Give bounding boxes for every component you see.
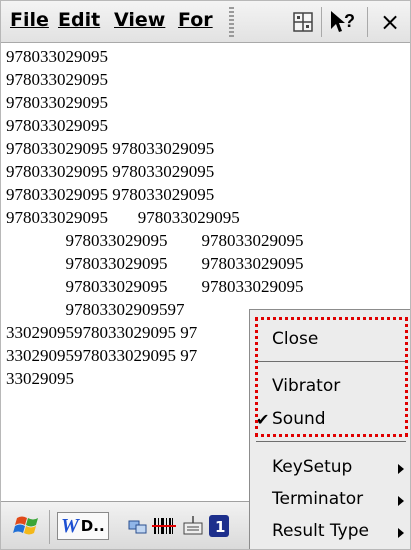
close-button[interactable]: ×	[375, 7, 405, 37]
start-button[interactable]	[13, 512, 43, 540]
text-line: 978033029095 978033029095	[6, 139, 215, 158]
text-line: 33029095	[6, 369, 74, 388]
menu-separator	[256, 441, 406, 442]
highlight-box	[255, 317, 408, 437]
submenu-arrow-icon	[398, 528, 404, 538]
menu-item-result-type[interactable]: Result Type	[272, 521, 369, 541]
toolbar-separator	[367, 7, 368, 37]
text-line: 978033029095 978033029095	[6, 185, 215, 204]
keyboard-icon	[293, 12, 313, 32]
menu-item-keysetup[interactable]: KeySetup	[272, 457, 352, 477]
help-button[interactable]: ?	[328, 7, 358, 37]
close-icon: ×	[379, 8, 401, 36]
input-panel-button[interactable]	[288, 7, 318, 37]
menu-file-label: File	[10, 9, 49, 31]
text-line: 978033029095 978033029095	[6, 208, 240, 227]
text-line: 978033029095 978033029095	[6, 254, 304, 273]
network-tray-icon[interactable]	[127, 512, 149, 540]
submenu-arrow-icon	[398, 464, 404, 474]
text-line: 978033029095 978033029095	[6, 277, 304, 296]
text-line: 978033029095	[6, 47, 108, 66]
taskbar-separator	[49, 510, 50, 544]
keyboard-tray-icon[interactable]	[181, 512, 205, 540]
text-line: 978033029095 978033029095	[6, 231, 304, 250]
help-arrow-icon: ?	[331, 11, 355, 32]
text-line: 978033029095	[6, 93, 108, 112]
text-line: 978033029095	[6, 70, 108, 89]
window: File Edit View For ? × 978033029095 9780…	[0, 0, 411, 550]
task-word-label: D..	[80, 517, 105, 535]
text-line: 33029095978033029095 97	[6, 346, 198, 365]
menu-format-label: For	[178, 9, 213, 31]
menu-edit[interactable]: Edit	[58, 9, 100, 31]
barcode-icon	[152, 518, 176, 534]
windows-flag-icon	[13, 516, 38, 535]
network-icon	[128, 520, 147, 534]
toolbar-grip[interactable]	[229, 7, 234, 37]
taskbar: W D.. 1	[1, 501, 249, 549]
text-line: 978033029095 978033029095	[6, 162, 215, 181]
menu-view[interactable]: View	[114, 9, 165, 31]
menu-file[interactable]: File	[10, 9, 49, 31]
text-line: 33029095978033029095 97	[6, 323, 198, 342]
word-app-icon: W	[61, 514, 79, 537]
input-mode-tray-icon[interactable]: 1	[208, 512, 230, 540]
menu-bar: File Edit View For ? ×	[1, 1, 410, 43]
barcode-tray-icon[interactable]	[152, 512, 176, 540]
submenu-arrow-icon	[398, 496, 404, 506]
task-word[interactable]: W D..	[57, 512, 109, 540]
menu-edit-label: Edit	[58, 9, 101, 31]
keyboard-input-icon	[183, 516, 203, 535]
toolbar-separator	[321, 7, 322, 37]
help-symbol: ?	[344, 11, 355, 31]
text-line: 978033029095	[6, 116, 108, 135]
svg-text:1: 1	[215, 518, 225, 536]
text-line: 97803302909597	[6, 300, 185, 319]
number-one-icon: 1	[209, 515, 229, 537]
menu-format[interactable]: For	[178, 9, 218, 31]
menu-item-terminator[interactable]: Terminator	[272, 489, 363, 509]
menu-view-label: View	[114, 9, 166, 31]
